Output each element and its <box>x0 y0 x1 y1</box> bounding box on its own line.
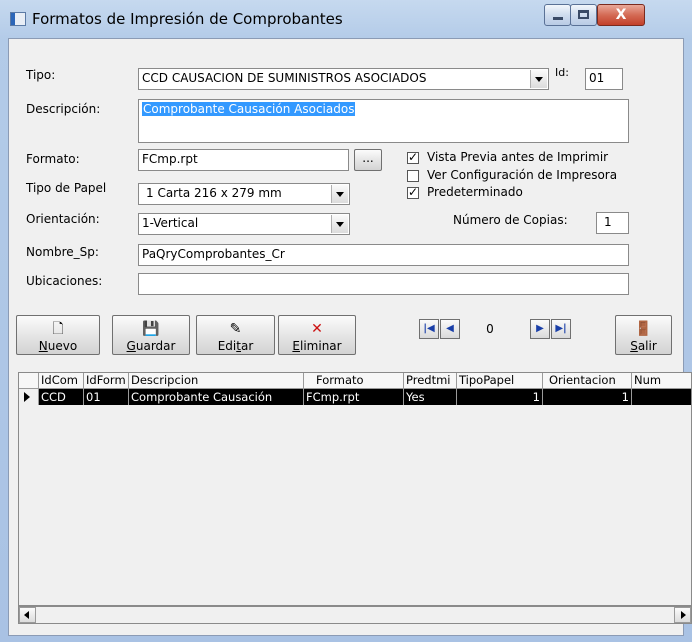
orientacion-combo[interactable]: 1-Vertical <box>138 213 350 235</box>
exit-door-icon: 🚪 <box>634 321 653 337</box>
save-icon: 💾 <box>142 321 160 337</box>
col-formato[interactable]: Formato <box>304 373 404 388</box>
scroll-left-button[interactable] <box>19 607 36 623</box>
descripcion-value: Comprobante Causación Asociados <box>142 102 356 116</box>
tipo-papel-label: Tipo de Papel <box>26 181 107 195</box>
num-copias-value: 1 <box>604 215 612 229</box>
cell-descripcion[interactable]: Comprobante Causación <box>129 389 304 405</box>
tipo-papel-value: 1 Carta 216 x 279 mm <box>146 186 282 200</box>
next-icon: ▶ <box>536 323 544 334</box>
title-bar[interactable]: Formatos de Impresión de Comprobantes X <box>0 0 692 38</box>
first-icon: |◀ <box>423 323 435 334</box>
col-idform[interactable]: IdForm <box>84 373 129 388</box>
eliminar-button[interactable]: ✕ Eliminar <box>278 315 356 355</box>
id-value: 01 <box>589 71 605 85</box>
close-icon: X <box>615 7 627 23</box>
id-label: Id: <box>555 66 569 79</box>
formato-field[interactable]: FCmp.rpt <box>138 149 349 171</box>
ubicaciones-label: Ubicaciones: <box>26 274 103 288</box>
tipo-label: Tipo: <box>26 68 56 82</box>
window-title: Formatos de Impresión de Comprobantes <box>32 10 343 28</box>
vista-previa-label: Vista Previa antes de Imprimir <box>427 150 609 164</box>
record-position: 0 <box>486 322 494 336</box>
num-copias-field[interactable]: 1 <box>596 212 629 234</box>
col-predtm[interactable]: Predtmi <box>404 373 457 388</box>
cell-idcom[interactable]: CCD <box>39 389 84 405</box>
formato-value: FCmp.rpt <box>142 152 198 166</box>
editar-button[interactable]: ✎ Editar <box>196 315 275 355</box>
ver-config-label: Ver Configuración de Impresora <box>427 168 618 182</box>
nombre-sp-field[interactable]: PaQryComprobantes_Cr <box>138 244 629 266</box>
horizontal-scrollbar[interactable] <box>18 606 692 624</box>
records-grid[interactable]: IdCom IdForm Descripcion Formato Predtmi… <box>18 372 692 606</box>
edit-icon: ✎ <box>229 321 242 337</box>
predeterminado-checkbox[interactable] <box>407 185 419 199</box>
tipo-papel-combo[interactable]: 1 Carta 216 x 279 mm <box>138 183 350 205</box>
formato-label: Formato: <box>26 152 80 166</box>
next-record-button[interactable]: ▶ <box>530 319 550 339</box>
last-icon: ▶| <box>555 323 567 334</box>
orientacion-label: Orientación: <box>26 212 100 226</box>
cell-formato[interactable]: FCmp.rpt <box>304 389 404 405</box>
salir-label: Salir <box>630 339 657 353</box>
cell-num[interactable] <box>632 389 691 405</box>
prev-record-button[interactable]: ◀ <box>440 319 460 339</box>
guardar-button[interactable]: 💾 Guardar <box>112 315 190 355</box>
nuevo-label: Nuevo <box>38 339 78 353</box>
nombre-sp-label: Nombre_Sp: <box>26 245 99 259</box>
table-row[interactable]: CCD 01 Comprobante Causación FCmp.rpt Ye… <box>19 389 691 405</box>
tipo-combo[interactable]: CCD CAUSACION DE SUMINISTROS ASOCIADOS <box>138 68 549 90</box>
num-copias-label: Número de Copias: <box>453 213 568 227</box>
close-button[interactable]: X <box>597 4 645 26</box>
cell-idform[interactable]: 01 <box>84 389 129 405</box>
chevron-down-icon[interactable] <box>331 215 348 233</box>
row-pointer-icon <box>19 389 39 405</box>
eliminar-label: Eliminar <box>292 339 342 353</box>
tipo-value: CCD CAUSACION DE SUMINISTROS ASOCIADOS <box>142 71 427 85</box>
cell-orientacion[interactable]: 1 <box>543 389 632 405</box>
browse-label: ... <box>362 151 374 165</box>
header-indicator-cell <box>19 373 39 388</box>
col-orientacion[interactable]: Orientacion <box>543 373 632 388</box>
predeterminado-label: Predeterminado <box>427 185 523 199</box>
last-record-button[interactable]: ▶| <box>551 319 571 339</box>
col-num[interactable]: Num <box>632 373 691 388</box>
col-tipopapel[interactable]: TipoPapel <box>457 373 543 388</box>
orientacion-value: 1-Vertical <box>142 216 199 230</box>
cell-predtm[interactable]: Yes <box>404 389 457 405</box>
ver-config-checkbox[interactable] <box>407 170 419 182</box>
nuevo-button[interactable]: 🗋 Nuevo <box>16 315 100 355</box>
prev-icon: ◀ <box>446 323 454 334</box>
new-document-icon: 🗋 <box>52 321 64 337</box>
id-field[interactable]: 01 <box>585 68 623 90</box>
vista-previa-checkbox[interactable] <box>407 150 419 164</box>
maximize-button[interactable] <box>570 4 597 26</box>
cell-tipopapel[interactable]: 1 <box>457 389 543 405</box>
nombre-sp-value: PaQryComprobantes_Cr <box>142 247 285 261</box>
editar-label: Editar <box>217 339 254 353</box>
guardar-label: Guardar <box>126 339 176 353</box>
chevron-down-icon[interactable] <box>331 185 348 203</box>
salir-button[interactable]: 🚪 Salir <box>615 315 672 355</box>
app-icon <box>10 12 26 26</box>
delete-icon: ✕ <box>311 321 323 337</box>
scroll-right-button[interactable] <box>674 607 691 623</box>
col-idcom[interactable]: IdCom <box>39 373 84 388</box>
col-descripcion[interactable]: Descripcion <box>129 373 304 388</box>
grid-header: IdCom IdForm Descripcion Formato Predtmi… <box>19 373 691 389</box>
first-record-button[interactable]: |◀ <box>419 319 439 339</box>
browse-button[interactable]: ... <box>354 149 382 171</box>
ubicaciones-field[interactable] <box>138 273 629 295</box>
descripcion-field[interactable]: Comprobante Causación Asociados <box>138 99 629 143</box>
minimize-button[interactable] <box>544 4 571 26</box>
descripcion-label: Descripción: <box>26 102 101 116</box>
chevron-down-icon[interactable] <box>530 70 547 88</box>
app-window: Formatos de Impresión de Comprobantes X … <box>0 0 692 642</box>
